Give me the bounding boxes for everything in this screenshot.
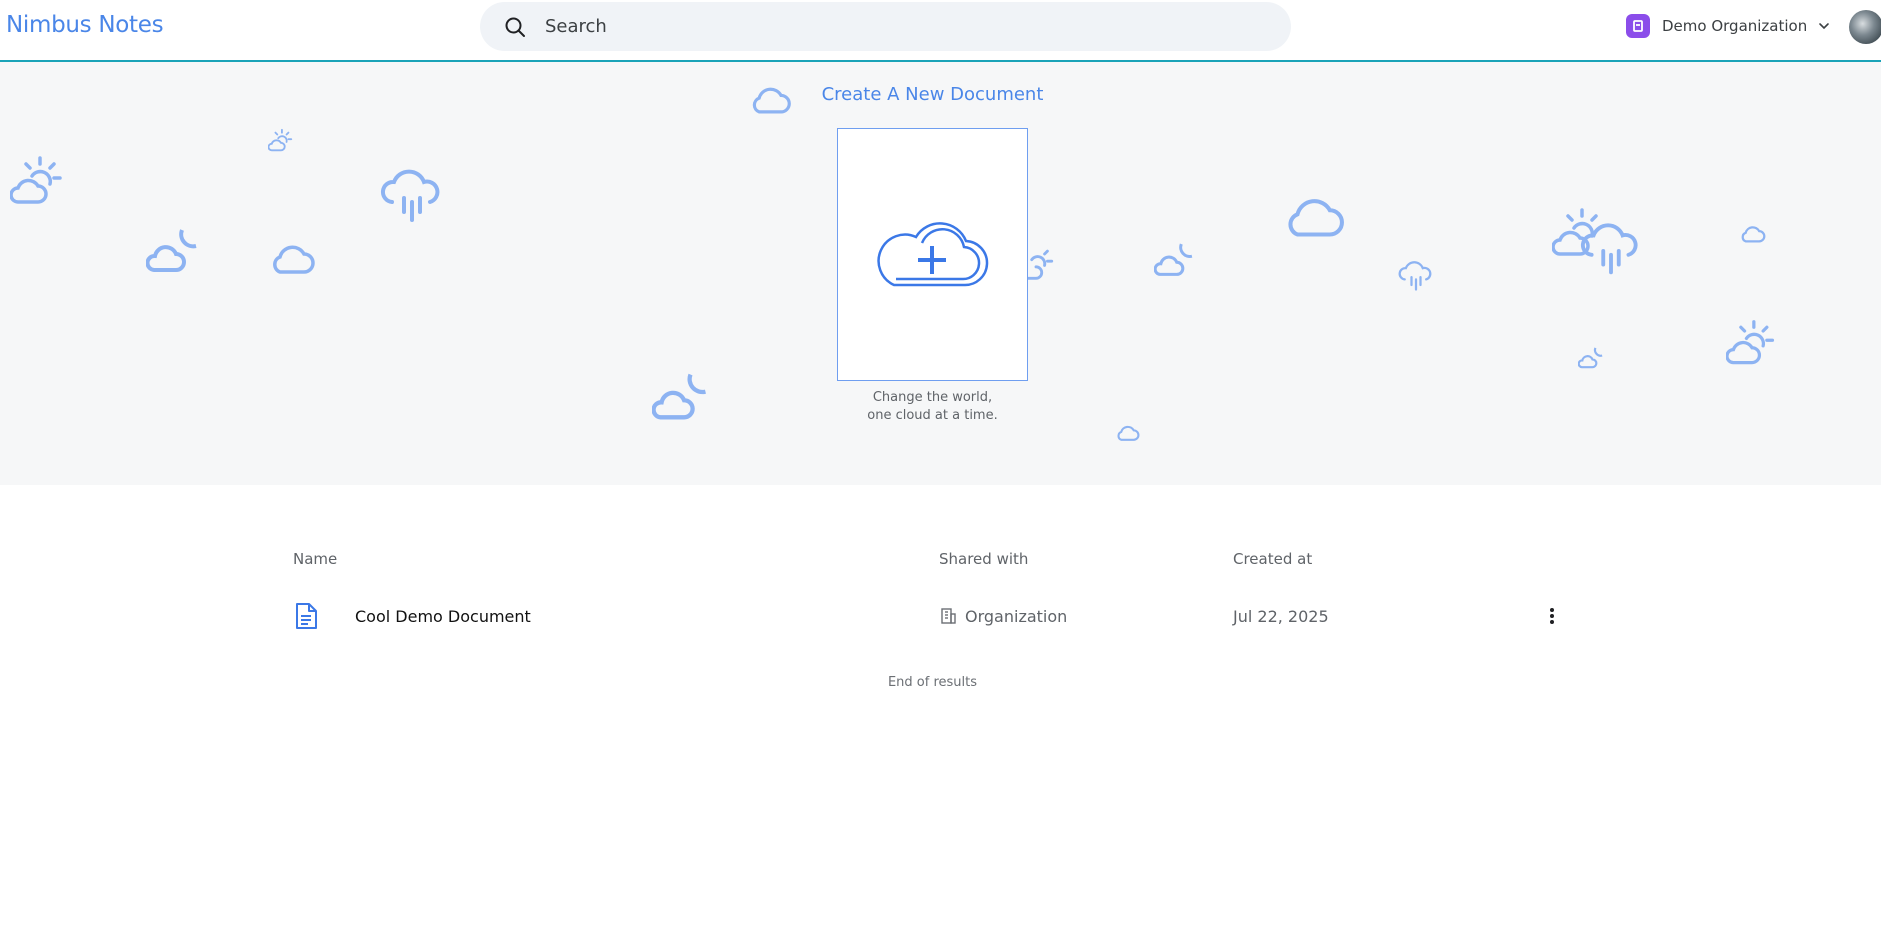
organization-name: Demo Organization [1662,17,1808,35]
table-row[interactable]: Cool Demo Document Organization Jul 22, … [293,596,1563,636]
hero-tagline: Change the world, one cloud at a time. [0,389,1865,425]
shared-with-label: Organization [965,606,1068,626]
cloud-icon [1284,194,1346,240]
search-bar[interactable] [480,2,1291,51]
cloud-sun-icon [10,154,66,210]
cloud-sun-icon [1726,318,1778,370]
cloud-icon [1740,224,1766,244]
cloud-moon-icon [1578,344,1606,372]
chevron-down-icon [1819,23,1830,30]
end-of-results: End of results [887,675,978,690]
column-header-shared-with[interactable]: Shared with [939,550,1028,568]
app-logo-title[interactable]: Nimbus Notes [6,12,164,38]
search-input[interactable] [545,16,1245,37]
cloud-moon-icon [1154,238,1198,282]
cloud-rain-icon [1580,218,1642,280]
tagline-line-2: one cloud at a time. [867,408,998,423]
tagline-line-1: Change the world, [872,390,993,405]
cloud-moon-icon [146,222,204,280]
building-icon [941,608,956,624]
cloud-rain-icon [380,164,444,228]
search-icon [505,17,525,37]
more-vertical-icon[interactable] [1540,604,1564,628]
cloud-icon [1116,424,1140,442]
cloud-icon [270,242,316,276]
cloud-rain-icon [1398,258,1434,294]
column-header-created-at[interactable]: Created at [1233,550,1312,568]
document-name[interactable]: Cool Demo Document [355,596,531,636]
avatar[interactable] [1849,10,1881,44]
document-icon [293,596,319,636]
organization-icon [1626,14,1650,38]
column-header-name[interactable]: Name [293,550,337,568]
create-document-card[interactable] [837,128,1028,381]
create-new-document-link[interactable]: Create A New Document [0,84,1865,105]
organization-switcher[interactable]: Demo Organization [1626,14,1831,38]
created-at-value: Jul 22, 2025 [1233,606,1329,626]
top-bar: Nimbus Notes Demo Organization [0,0,1881,62]
shared-with-cell: Organization [939,596,1067,636]
cloud-sun-icon [268,128,294,154]
new-document-hero: Create A New Document Change the world, … [0,62,1881,485]
cloud-plus-icon [877,222,989,287]
